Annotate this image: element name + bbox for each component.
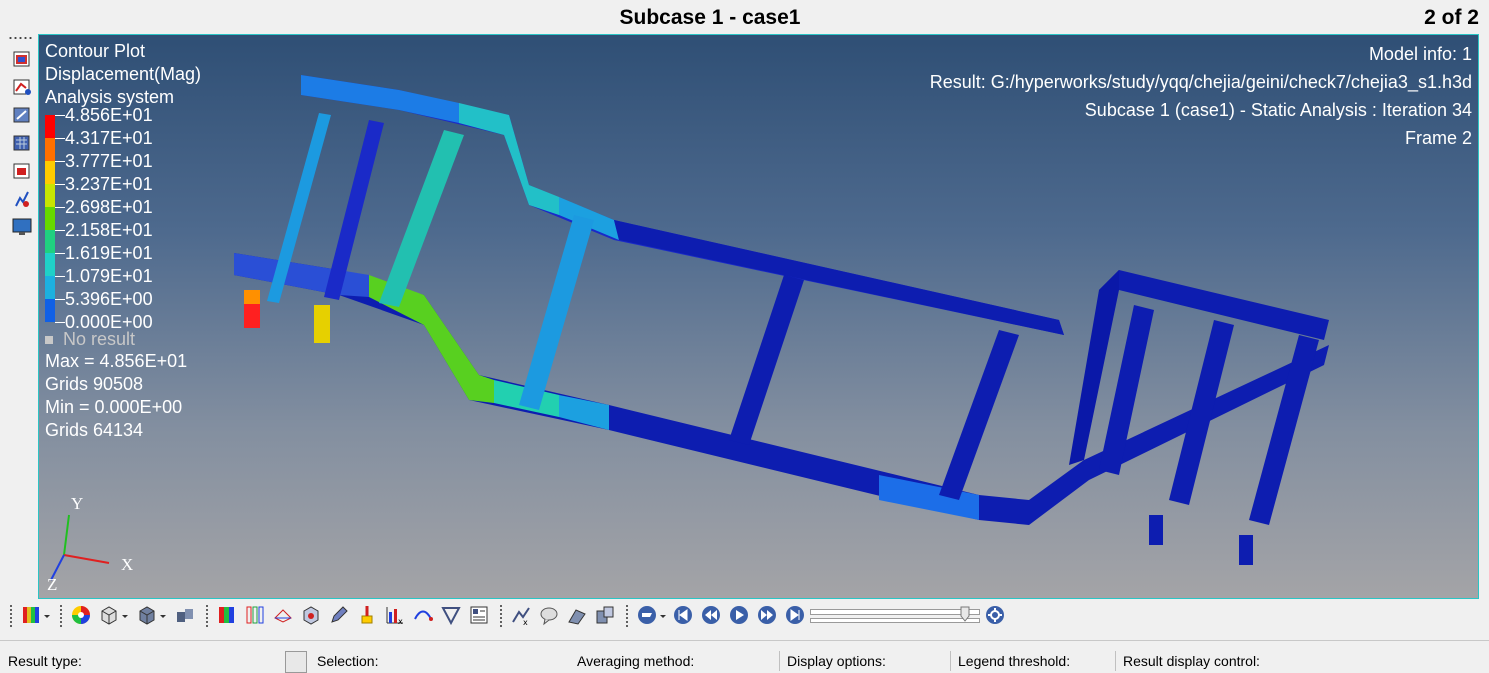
window-title: Subcase 1 - case1 (619, 6, 801, 29)
shaded-icon[interactable] (136, 604, 158, 626)
section-cut-icon[interactable] (566, 604, 588, 626)
iso-icon[interactable] (11, 160, 33, 182)
result-type-label: Result type: (8, 653, 82, 669)
tracing-icon[interactable] (412, 604, 434, 626)
animation-slider[interactable] (810, 605, 980, 625)
axis-y-label: Y (71, 494, 83, 513)
result-type-toggle[interactable] (285, 651, 307, 673)
selection-label: Selection: (317, 653, 379, 669)
tensor-icon[interactable] (11, 132, 33, 154)
display-options-label: Display options: (787, 653, 886, 669)
next-frame-icon[interactable] (756, 604, 778, 626)
legend-value: 4.856E+01 (65, 105, 153, 125)
animation-settings-icon[interactable] (984, 604, 1006, 626)
animation-mode-icon[interactable] (636, 604, 658, 626)
toolbar-grip[interactable] (10, 604, 12, 628)
model-info: Model info: 1 Result: G:/hyperworks/stud… (930, 40, 1472, 152)
page-count: 2 of 2 (1424, 6, 1479, 29)
model-info-line: Model info: 1 (1368, 44, 1472, 64)
display-icon[interactable] (11, 216, 33, 238)
legend-value: 1.079E+01 (65, 266, 153, 286)
mesh-style-icon[interactable] (98, 604, 120, 626)
graphics-viewport[interactable]: Y X Z Contour Plot Displacement(Mag) Ana… (38, 34, 1479, 599)
axis-z-label: Z (47, 575, 57, 594)
subcase-info: Subcase 1 (case1) - Static Analysis : It… (1084, 100, 1472, 120)
measure-icon[interactable] (440, 604, 462, 626)
legend-value: 5.396E+00 (65, 289, 153, 309)
svg-text:x: x (398, 617, 403, 626)
max-value: Max = 4.856E+01 (45, 351, 188, 371)
first-frame-icon[interactable] (672, 604, 694, 626)
color-wheel-icon[interactable] (70, 604, 92, 626)
edit-icon[interactable] (328, 604, 350, 626)
contour-tool-icon[interactable] (216, 604, 238, 626)
bottom-toolbar: x x (0, 600, 1489, 632)
chevron-down-icon[interactable] (158, 604, 168, 626)
contour-legend-icon[interactable] (20, 604, 42, 626)
contour-icon[interactable] (11, 48, 33, 70)
axis-x-label: X (121, 555, 133, 574)
min-grids: Grids 64134 (45, 420, 144, 440)
no-result-label: No result (45, 329, 135, 350)
result-path: Result: G:/hyperworks/study/yqq/chejia/g… (929, 72, 1472, 92)
legend-value: 3.777E+01 (65, 151, 153, 171)
legend-value: 3.237E+01 (65, 174, 153, 194)
averaging-method-label: Averaging method: (577, 653, 695, 669)
visualization-icon[interactable] (174, 604, 196, 626)
legend-value: 1.619E+01 (65, 243, 153, 263)
contour-title: Contour Plot Displacement(Mag) Analysis … (45, 40, 201, 109)
chevron-down-icon[interactable] (42, 604, 52, 626)
slider-thumb[interactable] (960, 606, 970, 622)
contour-title-line: Contour Plot (45, 41, 146, 61)
min-value: Min = 0.000E+00 (45, 397, 183, 417)
toolbar-grip[interactable] (8, 36, 34, 40)
left-toolbar (0, 34, 38, 599)
transform-icon[interactable] (594, 604, 616, 626)
frame-info: Frame 2 (1404, 128, 1472, 148)
contour-stats: Max = 4.856E+01 Grids 90508 Min = 0.000E… (45, 350, 187, 442)
result-panel: Result type: Selection: Averaging method… (0, 640, 1489, 673)
title-bar: Subcase 1 - case1 2 of 2 (0, 0, 1489, 34)
notes-icon[interactable] (468, 604, 490, 626)
legend-value: 2.158E+01 (65, 220, 153, 240)
query-icon[interactable] (356, 604, 378, 626)
legend-threshold-label: Legend threshold: (958, 653, 1071, 669)
max-grids: Grids 90508 (45, 374, 144, 394)
chevron-down-icon[interactable] (120, 604, 130, 626)
play-icon[interactable] (728, 604, 750, 626)
plot-icon[interactable]: x (384, 604, 406, 626)
legend-value: 4.317E+01 (65, 128, 153, 148)
previous-frame-icon[interactable] (700, 604, 722, 626)
deformed-shape-icon[interactable] (272, 604, 294, 626)
chevron-down-icon[interactable] (658, 604, 668, 626)
legend-value: 2.698E+01 (65, 197, 153, 217)
comment-icon[interactable] (538, 604, 560, 626)
xy-plot-icon[interactable]: x (510, 604, 532, 626)
tracing-icon[interactable] (11, 188, 33, 210)
iso-value-icon[interactable] (244, 604, 266, 626)
vector-plot-icon[interactable] (300, 604, 322, 626)
last-frame-icon[interactable] (784, 604, 806, 626)
result-display-control-label: Result display control: (1123, 653, 1260, 669)
contour-result-line: Displacement(Mag) (45, 64, 202, 84)
svg-text:x: x (523, 618, 528, 626)
deformed-icon[interactable] (11, 76, 33, 98)
vector-icon[interactable] (11, 104, 33, 126)
